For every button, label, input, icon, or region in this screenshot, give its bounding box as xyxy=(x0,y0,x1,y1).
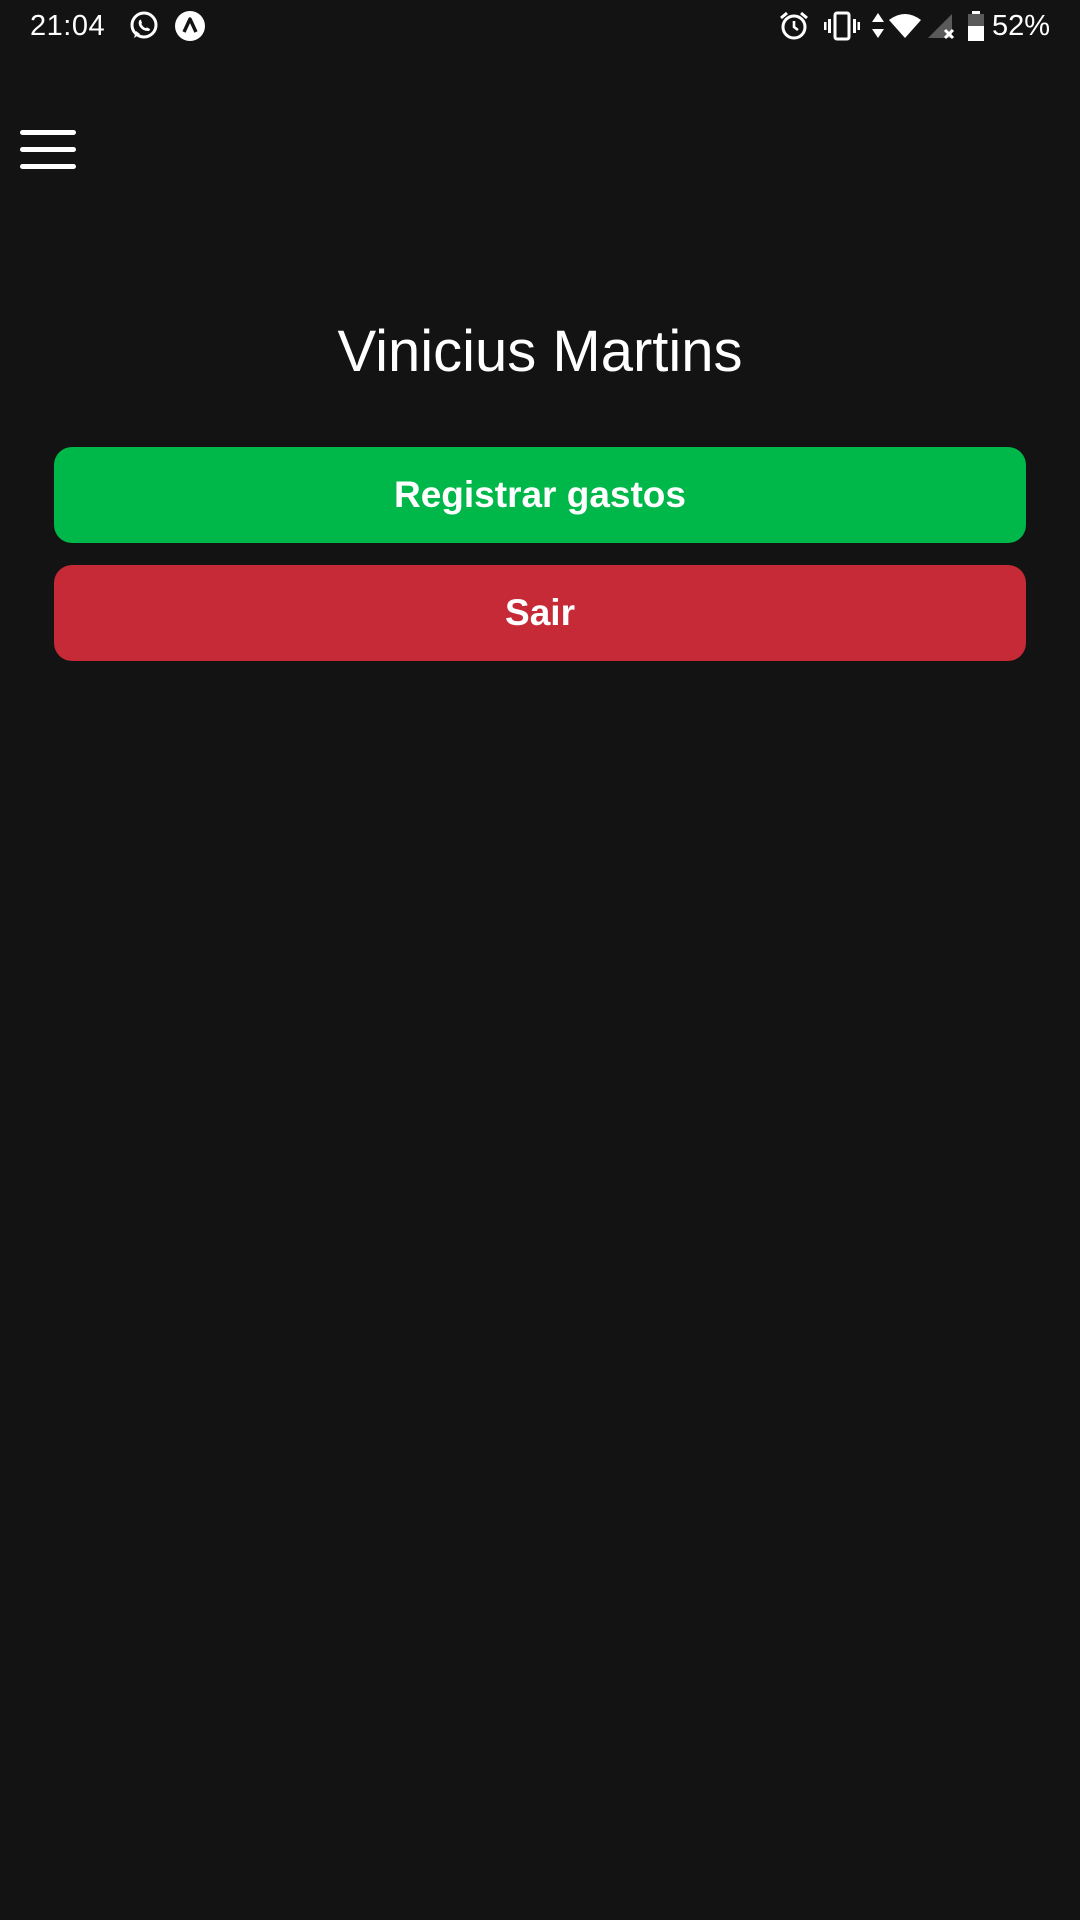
register-expenses-button[interactable]: Registrar gastos xyxy=(54,447,1026,543)
status-time: 21:04 xyxy=(30,10,106,42)
battery-icon xyxy=(968,11,984,41)
menu-bar-middle xyxy=(20,147,76,152)
app-notification-icon xyxy=(175,11,205,41)
menu-bar-top xyxy=(20,130,76,135)
logout-button[interactable]: Sair xyxy=(54,565,1026,661)
menu-bar-bottom xyxy=(20,164,76,169)
vibrate-icon xyxy=(824,11,860,41)
data-arrows-icon xyxy=(872,13,884,38)
whatsapp-icon xyxy=(130,11,158,39)
hamburger-menu-icon[interactable] xyxy=(20,128,76,172)
status-bar: 21:04 52% xyxy=(0,0,1080,54)
user-name-title: Vinicius Martins xyxy=(337,319,743,384)
alarm-icon xyxy=(780,11,808,40)
app-screen: 21:04 52% Vinicius Martins Registrar gas… xyxy=(0,0,1080,1920)
battery-percent: 52% xyxy=(991,10,1050,42)
wifi-icon xyxy=(889,14,921,38)
no-signal-icon xyxy=(928,14,955,40)
